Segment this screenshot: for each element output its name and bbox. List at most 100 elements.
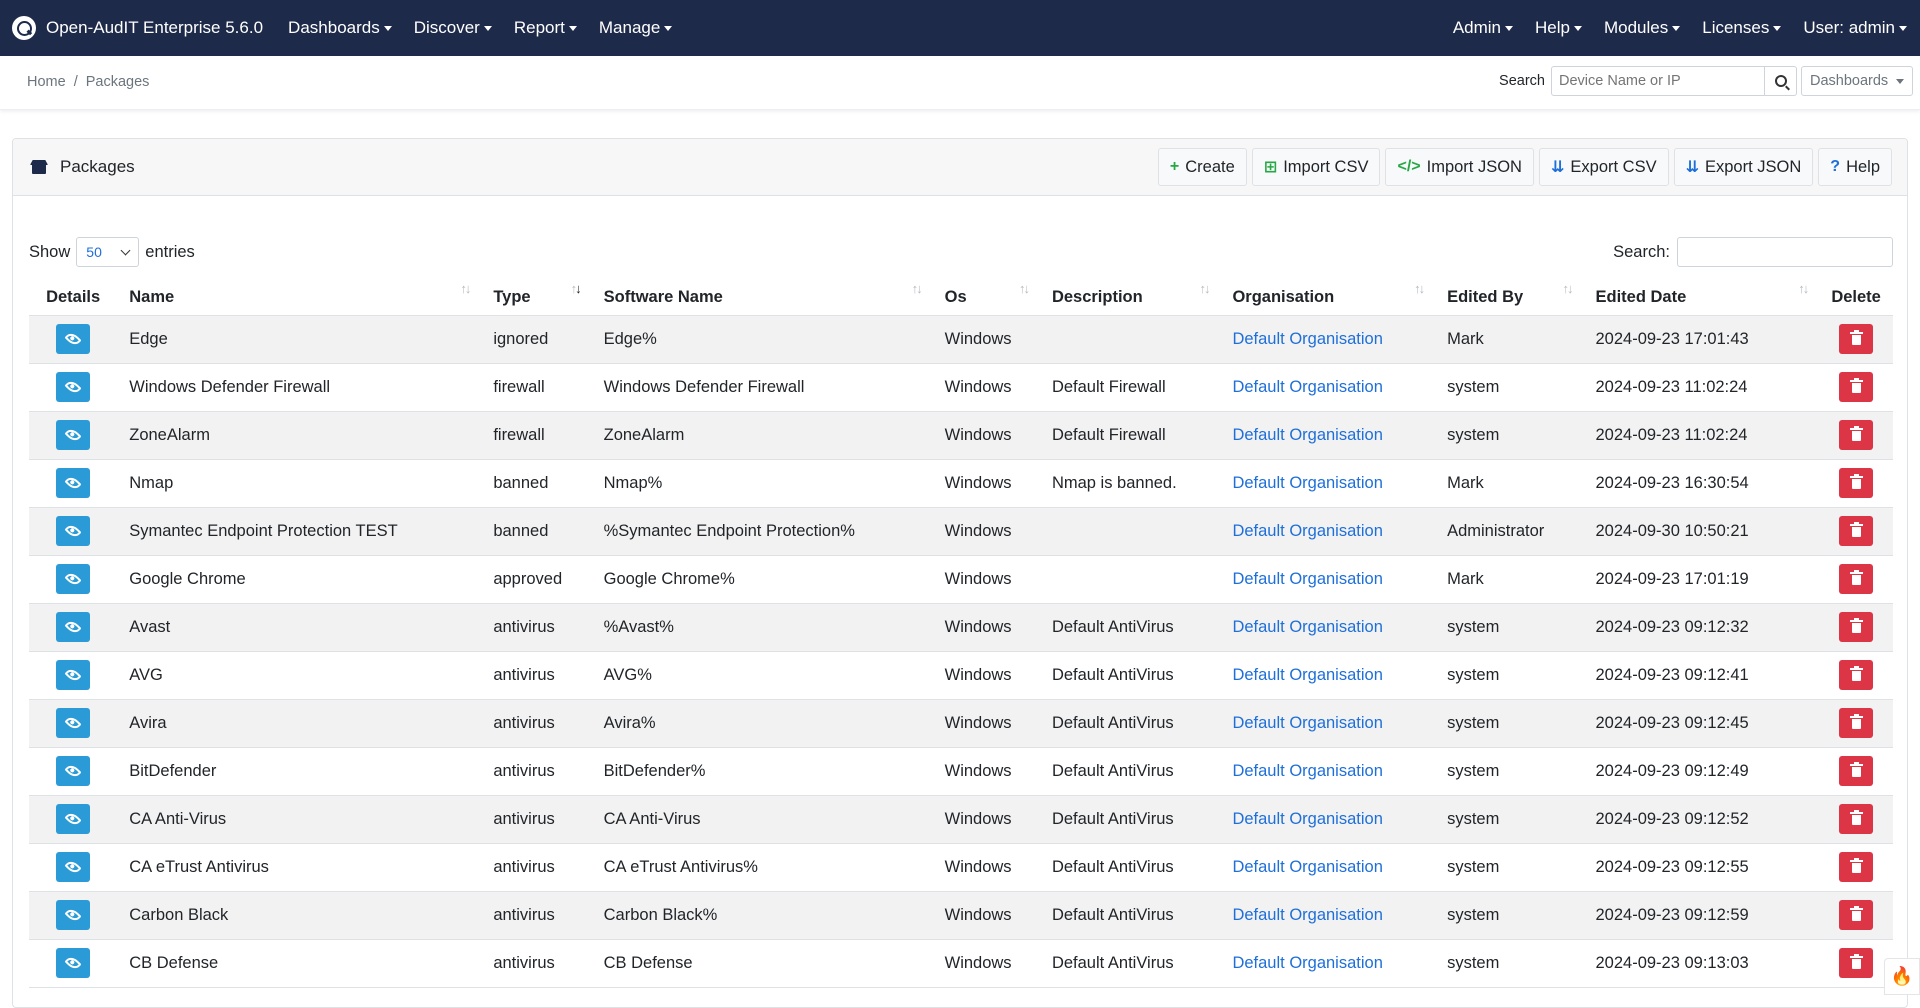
view-details-button[interactable]: [56, 324, 91, 354]
nav-licenses[interactable]: Licenses: [1691, 18, 1792, 38]
delete-cell: [1819, 411, 1893, 460]
organisation-link[interactable]: Default Organisation: [1232, 522, 1382, 540]
view-details-button[interactable]: [56, 900, 91, 930]
delete-button[interactable]: [1839, 324, 1874, 354]
delete-button[interactable]: [1839, 516, 1874, 546]
delete-button[interactable]: [1839, 804, 1874, 834]
cell-edited-date: 2024-09-23 09:12:41: [1583, 651, 1820, 700]
col-edited-by[interactable]: Edited By ↑↓: [1435, 277, 1584, 316]
cell-edited-date: 2024-09-23 09:12:32: [1583, 603, 1820, 652]
entries-select[interactable]: 50: [76, 237, 140, 267]
view-details-button[interactable]: [56, 756, 91, 786]
organisation-link[interactable]: Default Organisation: [1232, 618, 1382, 636]
trash-icon: [1849, 618, 1863, 633]
col-label: Edited Date: [1595, 287, 1687, 306]
table-row: ZoneAlarm firewall ZoneAlarm Windows Default…: [29, 411, 1893, 460]
delete-button[interactable]: [1839, 708, 1874, 738]
nav-modules[interactable]: Modules: [1593, 18, 1691, 38]
cell-organisation: Default Organisation: [1220, 699, 1436, 748]
nav-user[interactable]: User: admin: [1792, 18, 1918, 38]
cell-type: antivirus: [481, 651, 592, 700]
organisation-link[interactable]: Default Organisation: [1232, 906, 1382, 924]
import-json-button[interactable]: </> Import JSON: [1385, 148, 1534, 186]
delete-button[interactable]: [1839, 612, 1874, 642]
top-navbar: Open-AudIT Enterprise 5.6.0 Dashboards D…: [0, 0, 1920, 56]
cell-description: [1039, 507, 1221, 556]
sort-icon: ↑↓: [1199, 281, 1210, 296]
create-button[interactable]: + Create: [1157, 148, 1247, 186]
delete-button[interactable]: [1839, 468, 1874, 498]
breadcrumb-home[interactable]: Home: [27, 74, 66, 90]
cell-organisation: Default Organisation: [1220, 411, 1436, 460]
device-search-input[interactable]: [1551, 66, 1765, 96]
cell-software-name: ZoneAlarm: [591, 411, 933, 460]
export-json-button[interactable]: ⇊ Export JSON: [1673, 148, 1814, 186]
col-organisation[interactable]: Organisation ↑↓: [1220, 277, 1436, 316]
organisation-link[interactable]: Default Organisation: [1232, 426, 1382, 444]
table-search-input[interactable]: [1677, 237, 1893, 267]
cell-type: antivirus: [481, 795, 592, 844]
table-header-row: Details Name ↑↓ Type ↑↓ Software Name ↑↓ Os…: [29, 277, 1893, 316]
organisation-link[interactable]: Default Organisation: [1232, 666, 1382, 684]
cell-software-name: %Avast%: [591, 603, 933, 652]
eye-icon: [64, 714, 82, 732]
import-csv-button[interactable]: ⊞ Import CSV: [1251, 148, 1381, 186]
sort-asc-icon: ↑↓: [570, 281, 582, 296]
organisation-link[interactable]: Default Organisation: [1232, 810, 1382, 828]
view-details-button[interactable]: [56, 948, 91, 978]
nav-discover[interactable]: Discover: [403, 18, 503, 38]
nav-admin[interactable]: Admin: [1442, 18, 1524, 38]
delete-button[interactable]: [1839, 756, 1874, 786]
help-button[interactable]: ? Help: [1818, 148, 1892, 186]
cell-software-name: Nmap%: [591, 459, 933, 508]
sort-icon: ↑↓: [1018, 281, 1030, 296]
debug-toolbar-flame-icon[interactable]: 🔥: [1884, 958, 1920, 995]
organisation-link[interactable]: Default Organisation: [1232, 570, 1382, 588]
organisation-link[interactable]: Default Organisation: [1232, 762, 1382, 780]
organisation-link[interactable]: Default Organisation: [1232, 330, 1382, 348]
organisation-link[interactable]: Default Organisation: [1232, 954, 1382, 972]
col-edited-date[interactable]: Edited Date ↑↓: [1583, 277, 1820, 316]
brand[interactable]: Open-AudIT Enterprise 5.6.0: [12, 16, 263, 40]
delete-button[interactable]: [1839, 564, 1874, 594]
table-controls: Show 50 entries Search:: [29, 237, 1893, 267]
cell-type: antivirus: [481, 891, 592, 940]
nav-report[interactable]: Report: [503, 18, 588, 38]
device-search-button[interactable]: [1765, 66, 1797, 96]
view-details-button[interactable]: [56, 708, 91, 738]
view-details-button[interactable]: [56, 660, 91, 690]
delete-button[interactable]: [1839, 948, 1874, 978]
col-name[interactable]: Name ↑↓: [117, 277, 482, 316]
organisation-link[interactable]: Default Organisation: [1232, 474, 1382, 492]
view-details-button[interactable]: [56, 564, 91, 594]
view-details-button[interactable]: [56, 516, 91, 546]
delete-button[interactable]: [1839, 660, 1874, 690]
cell-organisation: Default Organisation: [1220, 507, 1436, 556]
col-description[interactable]: Description ↑↓: [1039, 277, 1221, 316]
view-details-button[interactable]: [56, 612, 91, 642]
delete-button[interactable]: [1839, 900, 1874, 930]
delete-button[interactable]: [1839, 852, 1874, 882]
nav-manage[interactable]: Manage: [588, 18, 683, 38]
view-details-button[interactable]: [56, 852, 91, 882]
organisation-link[interactable]: Default Organisation: [1232, 858, 1382, 876]
delete-button[interactable]: [1839, 420, 1874, 450]
col-software-name[interactable]: Software Name ↑↓: [591, 277, 933, 316]
nav-help[interactable]: Help: [1524, 18, 1593, 38]
view-details-button[interactable]: [56, 804, 91, 834]
col-os[interactable]: Os ↑↓: [932, 277, 1040, 316]
cell-edited-by: system: [1435, 939, 1584, 988]
organisation-link[interactable]: Default Organisation: [1232, 378, 1382, 396]
view-details-button[interactable]: [56, 372, 91, 402]
search-scope-select[interactable]: Dashboards: [1801, 66, 1913, 96]
details-cell: [29, 507, 118, 556]
caret-down-icon: [483, 25, 492, 31]
col-type[interactable]: Type ↑↓: [481, 277, 592, 316]
export-csv-button[interactable]: ⇊ Export CSV: [1538, 148, 1669, 186]
nav-dashboards[interactable]: Dashboards: [277, 18, 403, 38]
cell-software-name: Edge%: [591, 315, 933, 364]
organisation-link[interactable]: Default Organisation: [1232, 714, 1382, 732]
delete-button[interactable]: [1839, 372, 1874, 402]
view-details-button[interactable]: [56, 420, 91, 450]
view-details-button[interactable]: [56, 468, 91, 498]
